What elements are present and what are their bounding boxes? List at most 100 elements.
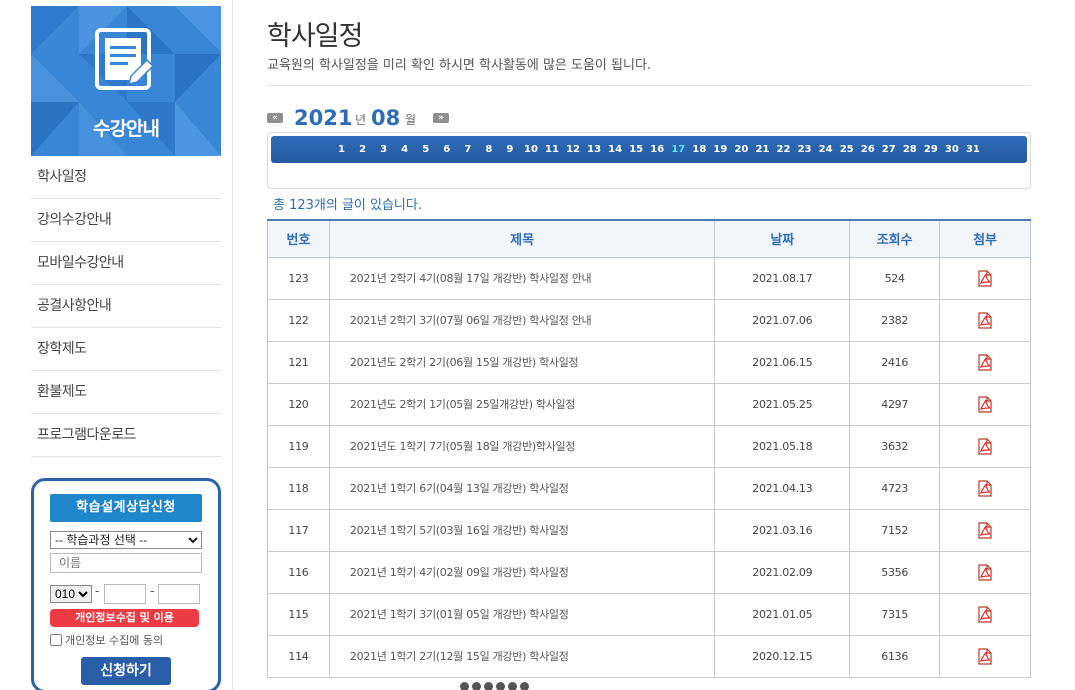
day-20[interactable]: 20 <box>731 144 752 155</box>
row-title-link[interactable]: 2021년 1학기 4기(02월 09일 개강반) 학사일정 <box>328 550 716 594</box>
row-title-link[interactable]: 2021년 1학기 6기(04월 13일 개강반) 학사일정 <box>328 466 716 510</box>
consult-form: 학습설계상담신청 -- 학습과정 선택 -- 010 - - 개인정보수집 및 … <box>31 478 221 690</box>
row-attachment[interactable] <box>939 592 1031 636</box>
row-title-link[interactable]: 2021년 1학기 5기(03월 16일 개강반) 학사일정 <box>328 508 716 552</box>
sidebar-item-lecture-guide[interactable]: 강의수강안내 <box>31 199 221 242</box>
pager-dot[interactable] <box>520 682 529 690</box>
day-30[interactable]: 30 <box>941 144 962 155</box>
row-title-link[interactable]: 2021년도 2학기 2기(06월 15일 개강반) 학사일정 <box>328 340 716 384</box>
pdf-icon[interactable] <box>977 353 993 371</box>
pdf-icon[interactable] <box>977 437 993 455</box>
row-views: 7315 <box>849 592 941 636</box>
pdf-icon[interactable] <box>977 647 993 665</box>
day-7[interactable]: 7 <box>457 144 478 155</box>
agree-checkbox[interactable] <box>50 634 62 646</box>
agree-label[interactable]: 개인정보 수집에 동의 <box>50 632 163 648</box>
row-title-link[interactable]: 2021년 1학기 3기(01월 05일 개강반) 학사일정 <box>328 592 716 636</box>
day-22[interactable]: 22 <box>773 144 794 155</box>
month-unit: 월 <box>405 113 417 127</box>
title-divider <box>267 85 1031 86</box>
day-5[interactable]: 5 <box>415 144 436 155</box>
day-13[interactable]: 13 <box>584 144 605 155</box>
day-27[interactable]: 27 <box>878 144 899 155</box>
pdf-icon[interactable] <box>977 269 993 287</box>
row-title-link[interactable]: 2021년 2학기 3기(07월 06일 개강반) 학사일정 안내 <box>328 298 716 342</box>
day-1[interactable]: 1 <box>331 144 352 155</box>
pager-dot[interactable] <box>508 682 517 690</box>
phone-middle-input[interactable] <box>104 584 146 604</box>
day-29[interactable]: 29 <box>920 144 941 155</box>
phone-last-input[interactable] <box>158 584 200 604</box>
row-attachment[interactable] <box>939 298 1031 342</box>
phone-prefix-select[interactable]: 010 <box>50 585 92 603</box>
page-description: 교육원의 학사일정을 미리 확인 하시면 학사활동에 많은 도움이 됩니다. <box>267 58 652 73</box>
day-8[interactable]: 8 <box>478 144 499 155</box>
row-date: 2021.03.16 <box>714 508 851 552</box>
day-31[interactable]: 31 <box>962 144 983 155</box>
row-attachment[interactable] <box>939 340 1031 384</box>
day-14[interactable]: 14 <box>605 144 626 155</box>
schedule-table: 번호 제목 날짜 조회수 첨부 123 2021년 2학기 4기(08월 17일 … <box>267 219 1031 678</box>
day-17[interactable]: 17 <box>668 144 689 155</box>
name-input[interactable] <box>50 553 202 573</box>
row-attachment[interactable] <box>939 634 1031 678</box>
sidebar-item-program-download[interactable]: 프로그램다운로드 <box>31 414 221 457</box>
row-attachment[interactable] <box>939 466 1031 510</box>
day-26[interactable]: 26 <box>857 144 878 155</box>
pdf-icon[interactable] <box>977 605 993 623</box>
privacy-policy-button[interactable]: 개인정보수집 및 이용 <box>50 609 199 627</box>
row-title-link[interactable]: 2021년도 1학기 7기(05월 18일 개강반)학사일정 <box>328 424 716 468</box>
day-2[interactable]: 2 <box>352 144 373 155</box>
row-attachment[interactable] <box>939 424 1031 468</box>
day-9[interactable]: 9 <box>499 144 520 155</box>
day-12[interactable]: 12 <box>563 144 584 155</box>
day-25[interactable]: 25 <box>836 144 857 155</box>
header-views: 조회수 <box>849 219 941 258</box>
pdf-icon[interactable] <box>977 521 993 539</box>
row-attachment[interactable] <box>939 382 1031 426</box>
submit-button[interactable]: 신청하기 <box>81 657 171 685</box>
pdf-icon[interactable] <box>977 479 993 497</box>
day-11[interactable]: 11 <box>541 144 562 155</box>
next-month-icon[interactable]: » <box>433 113 449 123</box>
pdf-icon[interactable] <box>977 563 993 581</box>
row-date: 2020.12.15 <box>714 634 851 678</box>
consult-title-button[interactable]: 학습설계상담신청 <box>50 494 202 522</box>
pager-dot[interactable] <box>472 682 481 690</box>
day-24[interactable]: 24 <box>815 144 836 155</box>
prev-month-icon[interactable]: « <box>267 113 283 123</box>
pager-dot[interactable] <box>496 682 505 690</box>
pdf-icon[interactable] <box>977 311 993 329</box>
day-3[interactable]: 3 <box>373 144 394 155</box>
sidebar-item-scholarship[interactable]: 장학제도 <box>31 328 221 371</box>
day-19[interactable]: 19 <box>710 144 731 155</box>
day-4[interactable]: 4 <box>394 144 415 155</box>
pdf-icon[interactable] <box>977 395 993 413</box>
row-title-link[interactable]: 2021년 1학기 2기(12월 15일 개강반) 학사일정 <box>328 634 716 678</box>
pager-dot[interactable] <box>484 682 493 690</box>
sidebar-item-excused-absence[interactable]: 공결사항안내 <box>31 285 221 328</box>
row-title-link[interactable]: 2021년 2학기 4기(08월 17일 개강반) 학사일정 안내 <box>328 256 716 300</box>
sidebar-item-mobile-guide[interactable]: 모바일수강안내 <box>31 242 221 285</box>
day-10[interactable]: 10 <box>520 144 541 155</box>
sidebar-item-schedule[interactable]: 학사일정 <box>31 156 221 199</box>
day-23[interactable]: 23 <box>794 144 815 155</box>
day-6[interactable]: 6 <box>436 144 457 155</box>
row-date: 2021.06.15 <box>714 340 851 384</box>
header-number: 번호 <box>267 219 330 258</box>
row-attachment[interactable] <box>939 508 1031 552</box>
pager-dot[interactable] <box>460 682 469 690</box>
day-18[interactable]: 18 <box>689 144 710 155</box>
day-28[interactable]: 28 <box>899 144 920 155</box>
day-15[interactable]: 15 <box>626 144 647 155</box>
sidebar-item-refund[interactable]: 환불제도 <box>31 371 221 414</box>
row-attachment[interactable] <box>939 256 1031 300</box>
course-select[interactable]: -- 학습과정 선택 -- <box>50 531 202 549</box>
day-21[interactable]: 21 <box>752 144 773 155</box>
row-views: 5356 <box>849 550 941 594</box>
row-date: 2021.01.05 <box>714 592 851 636</box>
row-attachment[interactable] <box>939 550 1031 594</box>
row-title-link[interactable]: 2021년도 2학기 1기(05월 25일개강반) 학사일정 <box>328 382 716 426</box>
day-16[interactable]: 16 <box>647 144 668 155</box>
row-number: 116 <box>267 550 330 594</box>
